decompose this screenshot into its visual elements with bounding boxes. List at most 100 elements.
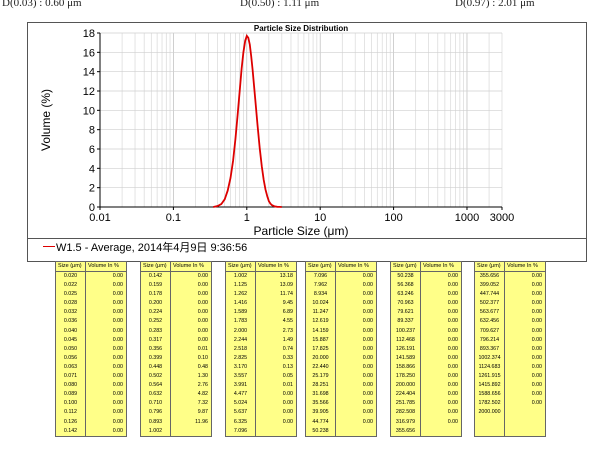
d03-value: D(0.03) : 0.60 μm — [2, 0, 82, 9]
volume-cell: 0.00 — [531, 363, 542, 370]
table-row: 7.962 0.00 — [306, 281, 376, 291]
volume-cell: 0.00 — [531, 300, 542, 307]
table-header: Size (μm) Volume In % — [306, 262, 376, 272]
size-table-3: Size (μm) Volume In % 1.002 13.18 1.125 13.09… — [225, 261, 297, 437]
x-tick-label: 3000 — [490, 212, 514, 224]
size-cell: 20.000 — [306, 353, 336, 363]
volume-cell — [421, 427, 461, 436]
size-cell: 11.247 — [306, 308, 336, 318]
volume-cell: 0.00 — [447, 400, 458, 407]
table-row: 100.237 0.00 — [391, 326, 461, 336]
size-cell: 0.036 — [56, 317, 86, 327]
volume-cell: 0.00 — [447, 273, 458, 279]
table-row: 6.325 0.00 — [226, 417, 296, 427]
table-row: 17.825 0.00 — [306, 344, 376, 354]
size-cell: 0.224 — [141, 308, 171, 318]
size-table-1: Size (μm) Volume In % 0.020 0.00 0.022 0.00 0.… — [55, 261, 127, 437]
size-cell: 0.045 — [56, 335, 86, 345]
size-cell: 0.063 — [56, 362, 86, 373]
x-tick-label: 1000 — [455, 212, 479, 224]
volume-cell: 0.00 — [447, 391, 458, 398]
volume-cell: 4.55 — [282, 318, 293, 325]
volume-cell: 0.00 — [362, 318, 373, 325]
volume-cell: 0.00 — [531, 382, 542, 389]
table-row: 0.224 0.00 — [141, 308, 211, 318]
table-row: 0.025 0.00 — [56, 290, 126, 300]
volume-cell — [505, 408, 545, 417]
volume-cell: 0.00 — [197, 282, 208, 289]
volume-cell: 0.00 — [197, 300, 208, 307]
table-row: 2.244 1.49 — [226, 335, 296, 345]
size-cell: 1.002 — [141, 426, 171, 436]
table-row: 50.238 — [306, 426, 376, 436]
volume-cell: 0.00 — [447, 345, 458, 352]
table-row: 893.367 0.00 — [475, 344, 545, 354]
table-row: 4.477 0.00 — [226, 390, 296, 400]
table-row: 63.246 0.00 — [391, 290, 461, 300]
size-cell: 1.416 — [226, 299, 256, 309]
size-cell: 15.887 — [306, 335, 336, 345]
volume-cell: 0.00 — [531, 318, 542, 325]
volume-cell: 0.00 — [112, 382, 123, 389]
volume-cell: 0.00 — [531, 327, 542, 334]
size-cell: 796.214 — [475, 335, 505, 345]
table-row: 502.377 0.00 — [475, 299, 545, 309]
table-row: 0.040 0.00 — [56, 326, 126, 336]
volume-cell: 0.00 — [112, 427, 123, 434]
volume-cell: 0.00 — [362, 327, 373, 334]
volume-cell: 0.00 — [112, 391, 123, 398]
size-cell: 5.024 — [226, 399, 256, 409]
size-header: Size (μm) — [391, 262, 421, 271]
size-cell: 0.796 — [141, 408, 171, 418]
size-cell: 1261.915 — [475, 372, 505, 382]
table-row: 0.399 0.10 — [141, 353, 211, 363]
volume-cell: 0.00 — [197, 318, 208, 325]
size-cell: 1782.502 — [475, 399, 505, 409]
table-row: 1.416 9.45 — [226, 299, 296, 309]
volume-cell: 0.00 — [531, 400, 542, 407]
volume-cell: 2.76 — [197, 382, 208, 389]
size-cell: 563.677 — [475, 308, 505, 318]
table-row: 0.632 4.82 — [141, 390, 211, 400]
plot-area — [100, 33, 502, 207]
table-row: 1124.683 0.00 — [475, 362, 545, 373]
volume-cell: 0.00 — [112, 300, 123, 307]
volume-cell: 0.00 — [362, 336, 373, 343]
size-cell: 3.557 — [226, 372, 256, 382]
size-cell: 7.096 — [226, 426, 256, 436]
table-row: 0.178 0.00 — [141, 290, 211, 300]
table-row: 5.024 0.00 — [226, 399, 296, 409]
volume-cell — [256, 427, 296, 436]
x-axis-label: Particle Size (μm) — [254, 224, 349, 238]
table-row: 22.440 0.00 — [306, 362, 376, 373]
table-row: 0.032 0.00 — [56, 308, 126, 318]
volume-cell: 0.00 — [362, 291, 373, 298]
size-cell: 0.028 — [56, 299, 86, 309]
y-tick-label: 18 — [83, 28, 95, 40]
table-row: 0.448 0.48 — [141, 362, 211, 373]
table-row: 14.159 0.00 — [306, 326, 376, 336]
size-cell: 28.251 — [306, 381, 336, 391]
table-row: 3.170 0.13 — [226, 362, 296, 373]
table-row: 0.071 0.00 — [56, 372, 126, 382]
table-row: 158.866 0.00 — [391, 362, 461, 373]
volume-cell: 0.00 — [112, 363, 123, 370]
volume-cell: 0.00 — [282, 418, 293, 425]
size-cell: 141.589 — [391, 353, 421, 363]
volume-cell: 0.00 — [112, 373, 123, 380]
table-row: 1782.502 0.00 — [475, 399, 545, 409]
size-cell: 10.024 — [306, 299, 336, 309]
volume-cell: 0.00 — [447, 373, 458, 380]
size-header: Size (μm) — [56, 262, 86, 271]
size-table-2: Size (μm) Volume In % 0.142 0.00 0.159 0.00 0.… — [140, 261, 212, 437]
size-cell: 3.170 — [226, 362, 256, 373]
table-row: 0.710 7.32 — [141, 399, 211, 409]
volume-cell: 0.00 — [112, 273, 123, 279]
volume-cell: 0.00 — [447, 363, 458, 370]
size-cell: 178.250 — [391, 372, 421, 382]
volume-header: Volume In % — [173, 263, 204, 269]
x-tick-label: 1 — [244, 212, 250, 224]
table-row: 355.656 0.00 — [475, 272, 545, 282]
volume-cell — [171, 427, 211, 436]
table-row: 0.200 0.00 — [141, 299, 211, 309]
